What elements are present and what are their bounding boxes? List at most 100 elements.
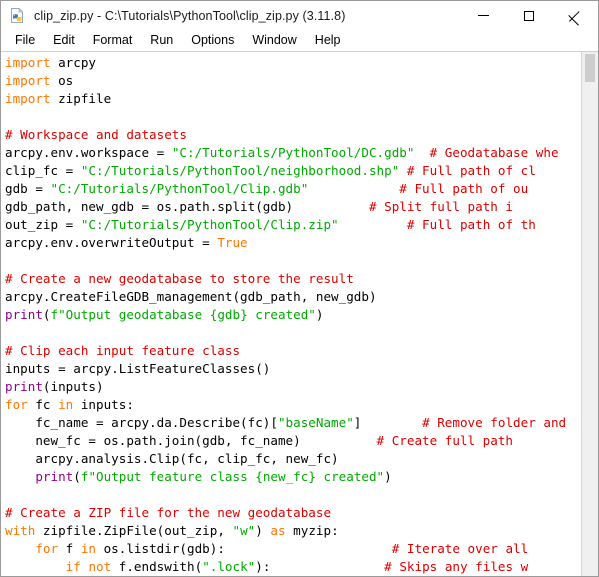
menu-item-format[interactable]: Format <box>84 31 142 50</box>
code-line: out_zip = "C:/Tutorials/PythonTool/Clip.… <box>5 216 581 234</box>
code-line: for fc in inputs: <box>5 396 581 414</box>
code-token: arcpy.analysis.Clip(fc, clip_fc, new_fc) <box>5 451 339 466</box>
code-editor[interactable]: import arcpy import os import zipfile # Wo… <box>1 52 581 576</box>
code-token: # Split full path i <box>368 199 514 214</box>
code-line: # Create a new geodatabase to store the … <box>5 270 581 288</box>
code-token: fc_name = arcpy.da.Describe(fc)[ <box>5 415 278 430</box>
vertical-scrollbar-thumb[interactable] <box>585 54 595 82</box>
code-token: in <box>58 397 74 412</box>
code-token: print <box>5 379 43 394</box>
code-token: if <box>65 559 81 574</box>
code-text[interactable]: import arcpy import os import zipfile # Wo… <box>1 54 581 576</box>
code-token: True <box>217 235 248 250</box>
code-line: import os <box>5 72 581 90</box>
minimize-button[interactable] <box>460 1 506 30</box>
code-token: gdb_path, new_gdb = os.path.split(gdb) <box>5 199 294 214</box>
code-line: arcpy.env.overwriteOutput = True <box>5 234 581 252</box>
editor-area: import arcpy import os import zipfile # Wo… <box>1 52 598 576</box>
code-token: ): <box>255 559 271 574</box>
code-line: new_fc = os.path.join(gdb, fc_name) # Cr… <box>5 432 581 450</box>
title-bar: clip_zip.py - C:\Tutorials\PythonTool\cl… <box>1 1 598 30</box>
code-token: fc <box>27 397 59 412</box>
code-token: print <box>5 307 43 322</box>
code-token: "w" <box>232 523 256 538</box>
code-line: for f in os.listdir(gdb): # Iterate over… <box>5 540 581 558</box>
code-token: "C:/Tutorials/PythonTool/Clip.zip" <box>80 217 339 232</box>
menu-item-file[interactable]: File <box>6 31 44 50</box>
code-line: print(f"Output feature class {new_fc} cr… <box>5 468 581 486</box>
code-token: "baseName" <box>277 415 354 430</box>
menu-bar: File Edit Format Run Options Window Help <box>1 30 598 52</box>
maximize-icon <box>524 10 534 21</box>
code-token: import <box>5 91 51 106</box>
code-token: (inputs) <box>42 379 104 394</box>
close-icon <box>569 10 581 22</box>
code-token: arcpy.CreateFileGDB_management(gdb_path,… <box>5 289 377 304</box>
code-token: not <box>88 559 112 574</box>
code-token: ( <box>73 469 81 484</box>
code-token: # Workspace and datasets <box>5 127 187 142</box>
code-line: arcpy.env.workspace = "C:/Tutorials/Pyth… <box>5 144 581 162</box>
code-token: print <box>35 469 74 484</box>
code-token: in <box>80 541 97 556</box>
code-token: f <box>58 541 81 556</box>
menu-item-options[interactable]: Options <box>182 31 243 50</box>
code-token: f"Output geodatabase {gdb} created" <box>50 307 316 322</box>
code-token: arcpy.env.overwriteOutput = <box>5 235 218 250</box>
maximize-button[interactable] <box>506 1 552 30</box>
code-line: print(inputs) <box>5 378 581 396</box>
code-line: print(f"Output geodatabase {gdb} created… <box>5 306 581 324</box>
vertical-scrollbar[interactable] <box>581 52 598 576</box>
idle-editor-window: clip_zip.py - C:\Tutorials\PythonTool\cl… <box>0 0 599 577</box>
menu-item-edit[interactable]: Edit <box>44 31 84 50</box>
menu-item-help[interactable]: Help <box>306 31 350 50</box>
code-token: ) <box>255 523 271 538</box>
code-line: # Clip each input feature class <box>5 342 581 360</box>
code-token: "C:/Tutorials/PythonTool/DC.gdb" <box>171 145 415 160</box>
code-token: inputs: <box>73 397 134 412</box>
code-token: clip_fc = <box>5 163 81 178</box>
code-line: # Workspace and datasets <box>5 126 581 144</box>
code-token: zipfile <box>50 91 112 106</box>
code-token: for <box>5 397 28 412</box>
code-token: # Full path of cl <box>406 163 536 178</box>
code-token: # Skips any files w <box>384 559 529 574</box>
code-token: as <box>270 523 286 538</box>
code-line: import arcpy <box>5 54 581 72</box>
code-token: import <box>5 55 51 70</box>
code-token: ".lock" <box>202 559 256 574</box>
code-token: os.listdir(gdb): <box>96 541 225 556</box>
code-token: # Iterate over all <box>391 541 529 556</box>
code-token: for <box>35 541 59 556</box>
code-token: # Clip each input feature class <box>5 343 241 358</box>
minimize-icon <box>477 15 489 16</box>
code-token: os <box>50 73 74 88</box>
code-token: out_zip = <box>5 217 81 232</box>
menu-item-run[interactable]: Run <box>141 31 182 50</box>
window-title: clip_zip.py - C:\Tutorials\PythonTool\cl… <box>34 8 346 23</box>
code-token: gdb = <box>5 181 51 196</box>
code-token: "C:/Tutorials/PythonTool/neighborhood.sh… <box>80 163 400 178</box>
code-token: f.endswith( <box>111 559 203 574</box>
code-token: f"Output feature class {new_fc} created" <box>80 469 385 484</box>
code-token: with <box>5 523 36 538</box>
menu-item-window[interactable]: Window <box>243 31 305 50</box>
code-token: new_fc = os.path.join(gdb, fc_name) <box>5 433 301 448</box>
code-line: fc_name = arcpy.da.Describe(fc)["baseNam… <box>5 414 581 432</box>
code-line: # Create a ZIP file for the new geodatab… <box>5 504 581 522</box>
code-line: inputs = arcpy.ListFeatureClasses() <box>5 360 581 378</box>
code-token: arcpy.env.workspace = <box>5 145 172 160</box>
code-token: zipfile.ZipFile(out_zip, <box>35 523 233 538</box>
close-button[interactable] <box>552 1 598 30</box>
